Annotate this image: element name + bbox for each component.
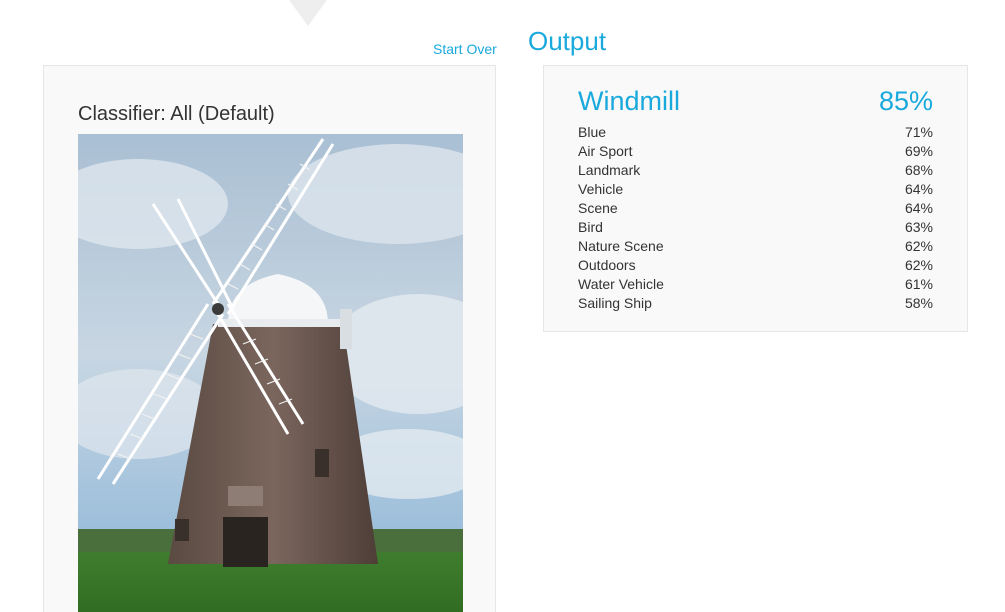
input-panel: Classifier: All (Default) xyxy=(43,65,496,612)
result-row: Sailing Ship 58% xyxy=(578,294,933,313)
result-label: Blue xyxy=(578,124,607,140)
result-score: 64% xyxy=(904,200,933,216)
result-row: Bird 63% xyxy=(578,218,933,237)
output-panel: Windmill 85% Blue 71% Air Sport 69% Land… xyxy=(543,65,968,332)
page: Start Over Output Classifier: All (Defau… xyxy=(0,0,1005,612)
result-row: Outdoors 62% xyxy=(578,256,933,275)
result-score: 68% xyxy=(904,162,933,178)
results-list: Blue 71% Air Sport 69% Landmark 68% Vehi… xyxy=(578,123,933,313)
result-label: Bird xyxy=(578,219,603,235)
output-heading: Output xyxy=(528,26,607,56)
windmill-photo xyxy=(78,134,463,612)
result-score: 62% xyxy=(904,238,933,254)
result-row: Landmark 68% xyxy=(578,161,933,180)
result-label: Outdoors xyxy=(578,257,636,273)
result-row: Water Vehicle 61% xyxy=(578,275,933,294)
result-row: Air Sport 69% xyxy=(578,142,933,161)
result-label: Water Vehicle xyxy=(578,276,664,292)
result-score: 62% xyxy=(904,257,933,273)
result-label: Nature Scene xyxy=(578,238,664,254)
start-over-link[interactable]: Start Over xyxy=(433,41,497,57)
result-score: 71% xyxy=(904,124,933,140)
result-label: Vehicle xyxy=(578,181,624,197)
top-result-label: Windmill xyxy=(578,86,681,116)
top-result-score: 85% xyxy=(878,86,933,116)
result-row: Blue 71% xyxy=(578,123,933,142)
classifier-label: Classifier: All (Default) xyxy=(78,103,275,125)
result-score: 64% xyxy=(904,181,933,197)
result-score: 63% xyxy=(904,219,933,235)
top-notch-decoration xyxy=(289,0,327,26)
result-score: 69% xyxy=(904,143,933,159)
top-result: Windmill 85% xyxy=(578,86,933,120)
result-row: Vehicle 64% xyxy=(578,180,933,199)
result-label: Sailing Ship xyxy=(578,295,652,311)
result-label: Landmark xyxy=(578,162,641,178)
result-score: 61% xyxy=(904,276,933,292)
result-row: Nature Scene 62% xyxy=(578,237,933,256)
result-label: Scene xyxy=(578,200,618,216)
result-label: Air Sport xyxy=(578,143,633,159)
result-score: 58% xyxy=(904,295,933,311)
result-row: Scene 64% xyxy=(578,199,933,218)
